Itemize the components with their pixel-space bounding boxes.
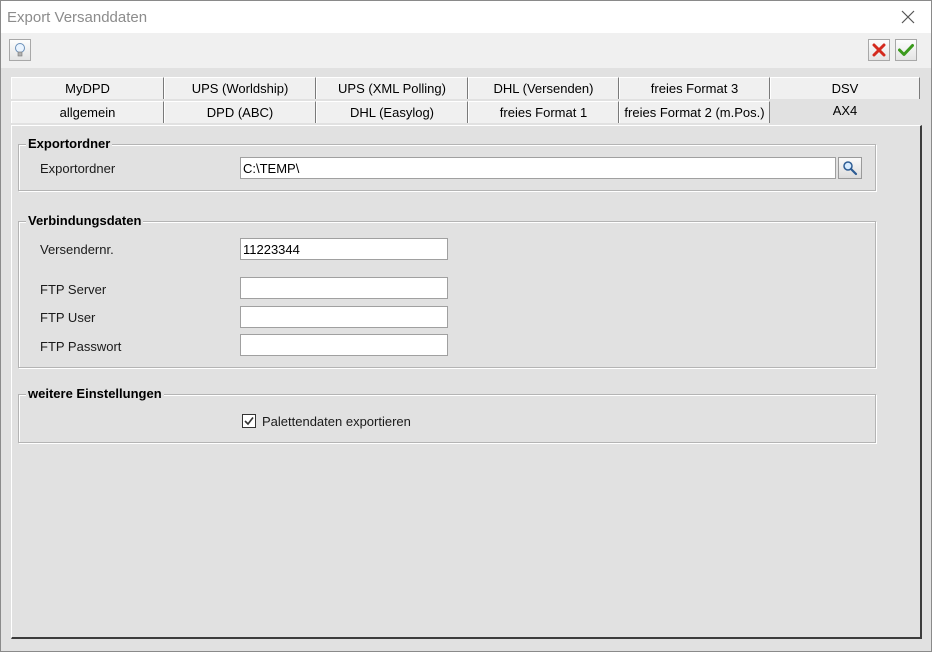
toolbar xyxy=(1,33,931,68)
checkmark-icon xyxy=(244,417,254,426)
tab-label: UPS (XML Polling) xyxy=(338,81,446,96)
exportordner-input[interactable] xyxy=(240,157,836,179)
tab-panel: Exportordner Exportordner Verbindungsdat… xyxy=(11,125,922,639)
tab-freies-format-2[interactable]: freies Format 2 (m.Pos.) xyxy=(619,101,770,123)
ftp-user-label: FTP User xyxy=(40,310,96,325)
close-icon xyxy=(901,10,915,24)
export-dialog: Export Versanddaten MyDPD UPS (Worldship… xyxy=(0,0,932,652)
hint-button[interactable] xyxy=(9,39,31,61)
verbindungsdaten-group: Verbindungsdaten Versendernr. FTP Server… xyxy=(18,213,876,368)
tab-dpd-abc[interactable]: DPD (ABC) xyxy=(164,101,316,123)
versendernr-label: Versendernr. xyxy=(40,242,114,257)
palettendaten-label[interactable]: Palettendaten exportieren xyxy=(262,414,411,429)
tab-ups-worldship[interactable]: UPS (Worldship) xyxy=(164,77,316,99)
tab-label: AX4 xyxy=(832,103,858,118)
ftp-user-input[interactable] xyxy=(240,306,448,328)
tab-label: allgemein xyxy=(59,105,116,120)
tab-label: DPD (ABC) xyxy=(206,105,274,120)
tab-label: UPS (Worldship) xyxy=(191,81,289,96)
ftp-password-label: FTP Passwort xyxy=(40,339,122,354)
tab-freies-format-1[interactable]: freies Format 1 xyxy=(468,101,619,123)
tab-label: freies Format 1 xyxy=(499,105,588,120)
weitere-einstellungen-group: weitere Einstellungen Palettendaten expo… xyxy=(18,386,876,443)
versendernr-input[interactable] xyxy=(240,238,448,260)
tab-ups-xml-polling[interactable]: UPS (XML Polling) xyxy=(316,77,468,99)
cancel-button[interactable] xyxy=(868,39,890,61)
exportordner-group: Exportordner Exportordner xyxy=(18,136,876,191)
tab-dhl-versenden[interactable]: DHL (Versenden) xyxy=(468,77,619,99)
window-title: Export Versanddaten xyxy=(7,9,148,26)
browse-button[interactable] xyxy=(838,157,862,179)
ok-button[interactable] xyxy=(895,39,917,61)
close-button[interactable] xyxy=(885,1,931,33)
tab-label: DSV xyxy=(831,81,859,96)
tab-label: DHL (Easylog) xyxy=(349,105,435,120)
tab-ax4[interactable]: AX4 xyxy=(770,99,920,123)
tab-freies-format-3[interactable]: freies Format 3 xyxy=(619,77,770,99)
tab-mydpd[interactable]: MyDPD xyxy=(11,77,164,99)
magnifier-icon xyxy=(843,161,858,176)
ftp-server-input[interactable] xyxy=(240,277,448,299)
tab-dhl-easylog[interactable]: DHL (Easylog) xyxy=(316,101,468,123)
exportordner-label: Exportordner xyxy=(40,161,116,176)
group-title: Verbindungsdaten xyxy=(26,213,144,228)
tab-label: DHL (Versenden) xyxy=(493,81,594,96)
tab-label: freies Format 3 xyxy=(650,81,739,96)
tab-strip: MyDPD UPS (Worldship) UPS (XML Polling) … xyxy=(11,77,923,125)
palettendaten-checkbox[interactable] xyxy=(242,414,256,428)
red-x-icon xyxy=(872,43,886,57)
ftp-server-label: FTP Server xyxy=(40,282,107,297)
group-title: Exportordner xyxy=(26,136,113,151)
tab-dsv[interactable]: DSV xyxy=(770,77,920,99)
lightbulb-icon xyxy=(15,43,25,57)
ftp-password-input[interactable] xyxy=(240,334,448,356)
green-check-icon xyxy=(898,44,914,56)
tab-allgemein[interactable]: allgemein xyxy=(11,101,164,123)
group-title: weitere Einstellungen xyxy=(26,386,164,401)
title-bar: Export Versanddaten xyxy=(1,1,931,33)
tab-label: freies Format 2 (m.Pos.) xyxy=(624,105,765,120)
tab-label: MyDPD xyxy=(65,81,110,96)
